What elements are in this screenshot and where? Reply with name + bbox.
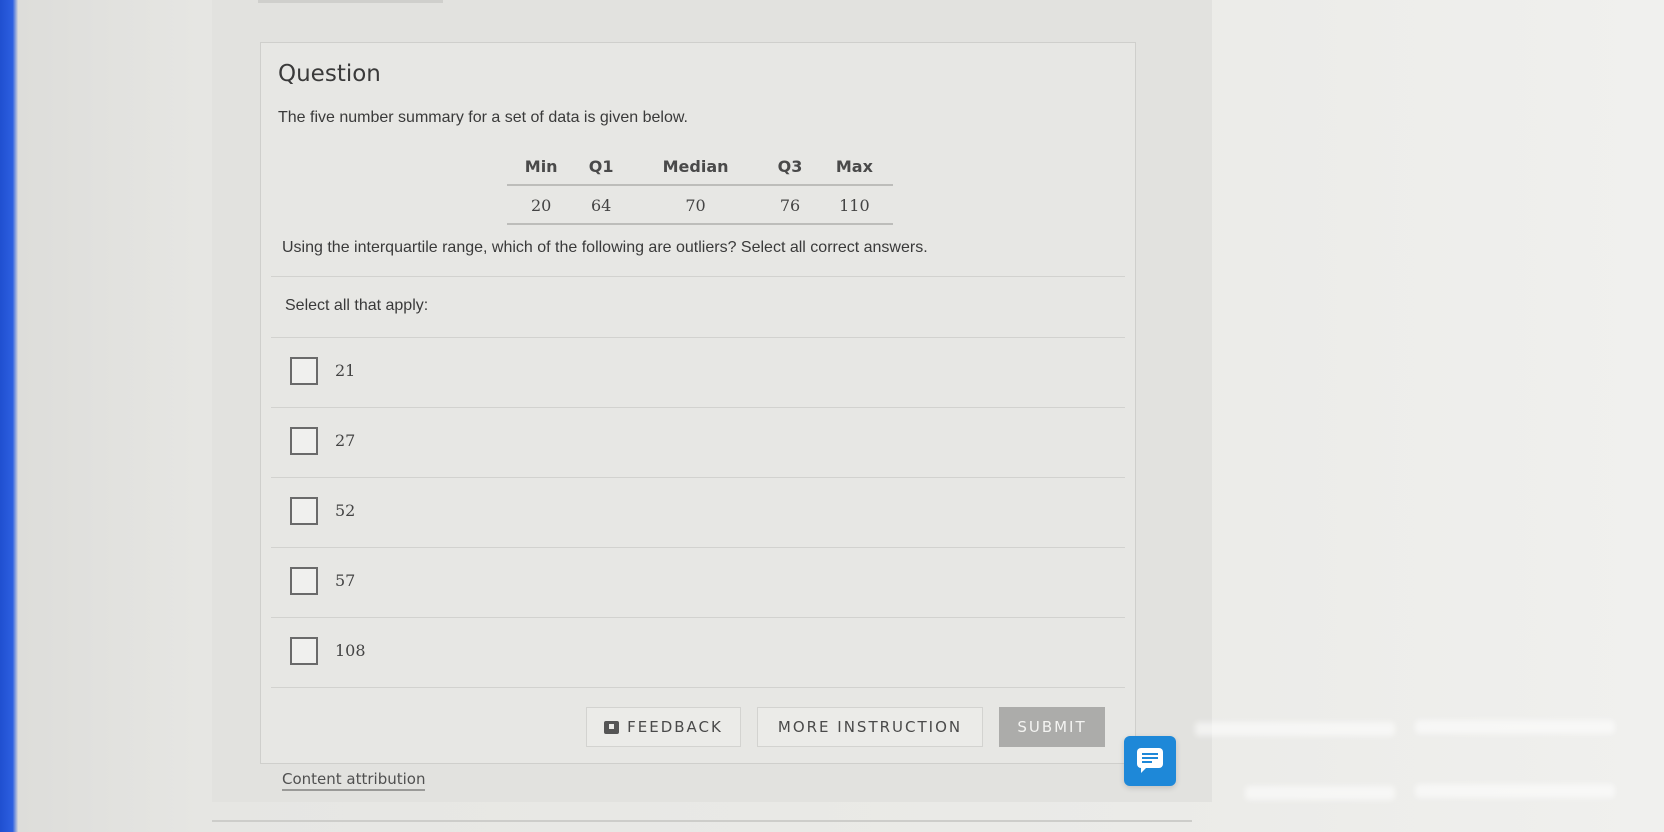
summary-value-q3: 76 xyxy=(764,185,816,225)
screen-glare xyxy=(1195,722,1395,736)
answer-option-label: 52 xyxy=(335,501,356,520)
select-all-label: Select all that apply: xyxy=(285,297,429,314)
answer-option-57[interactable]: 57 xyxy=(271,548,1125,618)
feedback-button-label: FEEDBACK xyxy=(627,718,723,736)
checkbox-icon[interactable] xyxy=(290,357,318,385)
answer-option-27[interactable]: 27 xyxy=(271,408,1125,478)
summary-value-q1: 64 xyxy=(575,185,627,225)
bottom-divider xyxy=(212,820,1192,822)
checkbox-icon[interactable] xyxy=(290,567,318,595)
five-number-summary-table: Min Q1 Median Q3 Max 20 64 70 76 110 xyxy=(507,153,893,225)
more-instruction-button[interactable]: MORE INSTRUCTION xyxy=(757,707,983,747)
answer-option-label: 21 xyxy=(335,361,356,380)
feedback-button[interactable]: FEEDBACK xyxy=(586,707,741,747)
answer-option-108[interactable]: 108 xyxy=(271,618,1125,688)
chat-button[interactable] xyxy=(1124,736,1176,786)
summary-header-max: Max xyxy=(815,153,893,186)
action-bar: FEEDBACK MORE INSTRUCTION SUBMIT xyxy=(261,707,1137,747)
screen-glare xyxy=(1415,784,1615,798)
summary-header-median: Median xyxy=(626,153,765,186)
summary-value-median: 70 xyxy=(626,185,765,225)
select-all-header: Select all that apply: xyxy=(271,276,1125,338)
checkbox-icon[interactable] xyxy=(290,427,318,455)
submit-button[interactable]: SUBMIT xyxy=(999,707,1105,747)
summary-header-min: Min xyxy=(507,153,576,186)
answer-option-21[interactable]: 21 xyxy=(271,338,1125,408)
chat-icon xyxy=(1137,748,1163,773)
submit-button-label: SUBMIT xyxy=(1017,718,1087,736)
summary-value-max: 110 xyxy=(815,185,893,225)
checkbox-icon[interactable] xyxy=(290,637,318,665)
answer-option-label: 57 xyxy=(335,571,356,590)
question-prompt: The five number summary for a set of dat… xyxy=(278,109,688,126)
question-card: Question The five number summary for a s… xyxy=(260,42,1136,764)
answer-option-label: 108 xyxy=(335,641,366,660)
answer-option-label: 27 xyxy=(335,431,356,450)
checkbox-icon[interactable] xyxy=(290,497,318,525)
summary-value-min: 20 xyxy=(507,185,576,225)
content-attribution-link[interactable]: Content attribution xyxy=(282,770,426,791)
summary-header-q1: Q1 xyxy=(575,153,627,186)
screen-glare xyxy=(1245,786,1395,800)
question-text: Using the interquartile range, which of … xyxy=(282,239,928,256)
top-divider xyxy=(258,0,443,3)
summary-header-q3: Q3 xyxy=(764,153,816,186)
screen-glare xyxy=(1415,720,1615,734)
summary-header-row: Min Q1 Median Q3 Max xyxy=(507,153,893,186)
feedback-icon xyxy=(604,720,620,734)
answer-options-list: 21 27 52 57 108 xyxy=(271,338,1125,688)
answer-option-52[interactable]: 52 xyxy=(271,478,1125,548)
screen-edge xyxy=(0,0,18,832)
more-instruction-button-label: MORE INSTRUCTION xyxy=(777,718,963,736)
question-title: Question xyxy=(278,61,381,87)
summary-value-row: 20 64 70 76 110 xyxy=(507,185,893,225)
